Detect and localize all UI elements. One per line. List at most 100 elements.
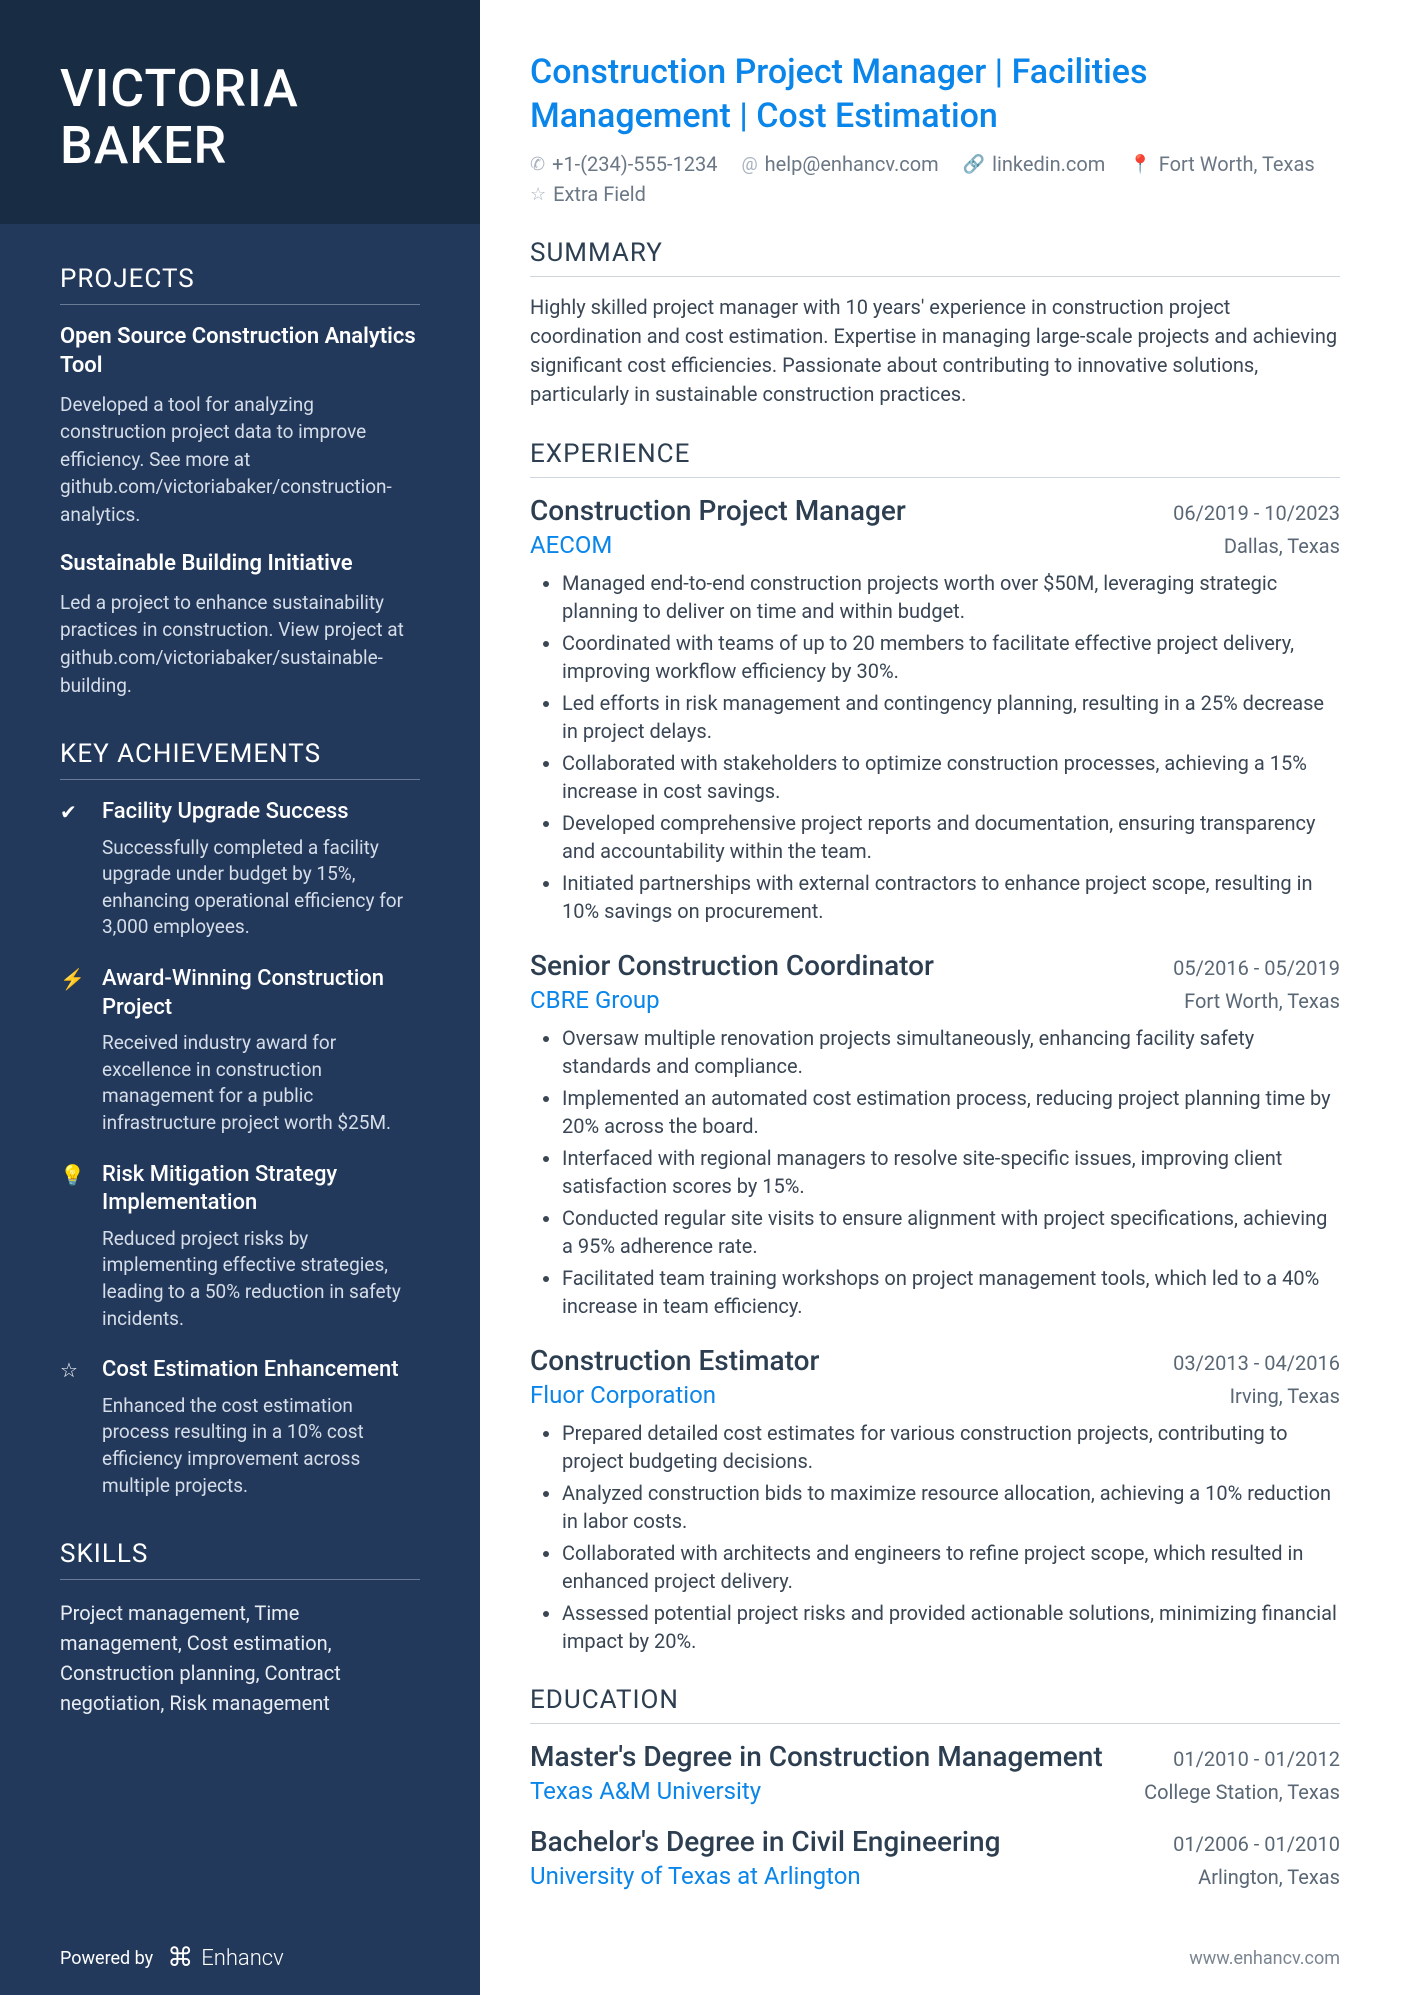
achievement-item: ☆ Cost Estimation Enhancement Enhanced t… <box>60 1356 420 1499</box>
education-dates: 01/2006 - 01/2010 <box>1173 1832 1340 1856</box>
experience-bullet: Oversaw multiple renovation projects sim… <box>562 1024 1340 1080</box>
experience-bullet: Prepared detailed cost estimates for var… <box>562 1419 1340 1475</box>
achievement-desc: Enhanced the cost estimation process res… <box>102 1393 420 1499</box>
achievement-item: ✔ Facility Upgrade Success Successfully … <box>60 798 420 941</box>
location-item: 📍 Fort Worth, Texas <box>1129 152 1314 176</box>
summary-text: Highly skilled project manager with 10 y… <box>530 293 1340 409</box>
experience-bullet: Implemented an automated cost estimation… <box>562 1084 1340 1140</box>
education-degree: Master's Degree in Construction Manageme… <box>530 1740 1103 1773</box>
experience-bullet: Collaborated with architects and enginee… <box>562 1539 1340 1595</box>
first-name: VICTORIA <box>60 58 299 119</box>
enhancv-brand-text: Enhancv <box>201 1946 284 1971</box>
location-text: Fort Worth, Texas <box>1159 152 1315 176</box>
experience-title: Senior Construction Coordinator <box>530 949 934 982</box>
experience-item: Senior Construction Coordinator 05/2016 … <box>530 949 1340 1320</box>
sidebar-content: PROJECTS Open Source Construction Analyt… <box>0 224 480 1995</box>
person-name: VICTORIA BAKER <box>60 60 420 174</box>
education-subheader: Texas A&M University College Station, Te… <box>530 1777 1340 1805</box>
projects-heading: PROJECTS <box>60 264 420 305</box>
email-text: help@enhancv.com <box>765 152 939 176</box>
experience-bullet: Assessed potential project risks and pro… <box>562 1599 1340 1655</box>
achievement-title: Facility Upgrade Success <box>102 798 420 827</box>
achievement-body: Facility Upgrade Success Successfully co… <box>102 798 420 941</box>
resume-page: VICTORIA BAKER PROJECTS Open Source Cons… <box>0 0 1410 1995</box>
experience-location: Dallas, Texas <box>1224 534 1340 558</box>
achievement-icon: ☆ <box>60 1356 86 1499</box>
experience-subheader: AECOM Dallas, Texas <box>530 531 1340 559</box>
link-item[interactable]: 🔗 linkedin.com <box>963 152 1106 176</box>
achievement-desc: Successfully completed a facility upgrad… <box>102 835 420 941</box>
experience-subheader: Fluor Corporation Irving, Texas <box>530 1381 1340 1409</box>
experience-company: AECOM <box>530 531 612 559</box>
experience-bullet: Conducted regular site visits to ensure … <box>562 1204 1340 1260</box>
star-icon: ☆ <box>530 184 546 205</box>
education-heading: EDUCATION <box>530 1685 1340 1724</box>
experience-item: Construction Project Manager 06/2019 - 1… <box>530 494 1340 925</box>
project-title: Open Source Construction Analytics Tool <box>60 323 420 380</box>
achievement-body: Cost Estimation Enhancement Enhanced the… <box>102 1356 420 1499</box>
experience-header: Construction Project Manager 06/2019 - 1… <box>530 494 1340 527</box>
experience-location: Fort Worth, Texas <box>1184 989 1340 1013</box>
link-text: linkedin.com <box>992 152 1105 176</box>
achievement-title: Award-Winning Construction Project <box>102 965 420 1022</box>
experience-bullet: Coordinated with teams of up to 20 membe… <box>562 629 1340 685</box>
experience-company: CBRE Group <box>530 986 660 1014</box>
phone-text: +1-(234)-555-1234 <box>552 152 717 176</box>
education-subheader: University of Texas at Arlington Arlingt… <box>530 1862 1340 1890</box>
at-icon: @ <box>741 154 757 175</box>
footer-left: Powered by ⌘ Enhancv <box>60 1943 284 1973</box>
experience-bullet: Developed comprehensive project reports … <box>562 809 1340 865</box>
achievement-body: Award-Winning Construction Project Recei… <box>102 965 420 1137</box>
experience-item: Construction Estimator 03/2013 - 04/2016… <box>530 1344 1340 1655</box>
experience-bullet: Facilitated team training workshops on p… <box>562 1264 1340 1320</box>
powered-by-label: Powered by <box>60 1948 153 1969</box>
summary-section: SUMMARY Highly skilled project manager w… <box>530 238 1340 409</box>
skills-heading: SKILLS <box>60 1539 420 1580</box>
project-item: Sustainable Building Initiative Led a pr… <box>60 550 420 699</box>
experience-bullet: Managed end-to-end construction projects… <box>562 569 1340 625</box>
footer-url[interactable]: www.enhancv.com <box>1189 1948 1340 1969</box>
experience-header: Senior Construction Coordinator 05/2016 … <box>530 949 1340 982</box>
experience-bullets: Managed end-to-end construction projects… <box>530 569 1340 925</box>
experience-heading: EXPERIENCE <box>530 439 1340 478</box>
experience-bullet: Initiated partnerships with external con… <box>562 869 1340 925</box>
achievements-section: KEY ACHIEVEMENTS ✔ Facility Upgrade Succ… <box>60 739 420 1499</box>
phone-item: ✆ +1-(234)-555-1234 <box>530 152 717 176</box>
experience-section: EXPERIENCE Construction Project Manager … <box>530 439 1340 1655</box>
education-school: University of Texas at Arlington <box>530 1862 861 1890</box>
phone-icon: ✆ <box>530 154 545 175</box>
education-dates: 01/2010 - 01/2012 <box>1173 1747 1340 1771</box>
project-desc: Led a project to enhance sustainability … <box>60 589 420 699</box>
projects-section: PROJECTS Open Source Construction Analyt… <box>60 264 420 699</box>
education-location: College Station, Texas <box>1144 1780 1340 1804</box>
achievement-icon: ⚡ <box>60 965 86 1137</box>
achievement-item: ⚡ Award-Winning Construction Project Rec… <box>60 965 420 1137</box>
experience-title: Construction Estimator <box>530 1344 819 1377</box>
extra-item: ☆ Extra Field <box>530 182 646 206</box>
achievement-icon: ✔ <box>60 798 86 941</box>
skills-section: SKILLS Project management, Time manageme… <box>60 1539 420 1718</box>
experience-dates: 03/2013 - 04/2016 <box>1173 1351 1340 1375</box>
experience-bullets: Prepared detailed cost estimates for var… <box>530 1419 1340 1655</box>
education-location: Arlington, Texas <box>1198 1865 1340 1889</box>
footer: Powered by ⌘ Enhancv www.enhancv.com <box>0 1921 1410 1995</box>
experience-bullet: Collaborated with stakeholders to optimi… <box>562 749 1340 805</box>
contacts-row: ✆ +1-(234)-555-1234 @ help@enhancv.com 🔗… <box>530 152 1340 206</box>
last-name: BAKER <box>60 115 227 176</box>
main-content: Construction Project Manager | Facilitie… <box>480 0 1410 1995</box>
achievements-heading: KEY ACHIEVEMENTS <box>60 739 420 780</box>
experience-bullet: Analyzed construction bids to maximize r… <box>562 1479 1340 1535</box>
achievement-title: Cost Estimation Enhancement <box>102 1356 420 1385</box>
achievement-body: Risk Mitigation Strategy Implementation … <box>102 1161 420 1333</box>
achievement-title: Risk Mitigation Strategy Implementation <box>102 1161 420 1218</box>
education-header: Bachelor's Degree in Civil Engineering 0… <box>530 1825 1340 1858</box>
headline: Construction Project Manager | Facilitie… <box>530 50 1340 138</box>
achievement-desc: Reduced project risks by implementing ef… <box>102 1226 420 1332</box>
experience-bullets: Oversaw multiple renovation projects sim… <box>530 1024 1340 1320</box>
enhancv-logo[interactable]: ⌘ Enhancv <box>167 1943 284 1973</box>
education-degree: Bachelor's Degree in Civil Engineering <box>530 1825 1000 1858</box>
email-item: @ help@enhancv.com <box>741 152 938 176</box>
experience-title: Construction Project Manager <box>530 494 906 527</box>
enhancv-logo-mark: ⌘ <box>167 1943 193 1973</box>
project-desc: Developed a tool for analyzing construct… <box>60 391 420 529</box>
